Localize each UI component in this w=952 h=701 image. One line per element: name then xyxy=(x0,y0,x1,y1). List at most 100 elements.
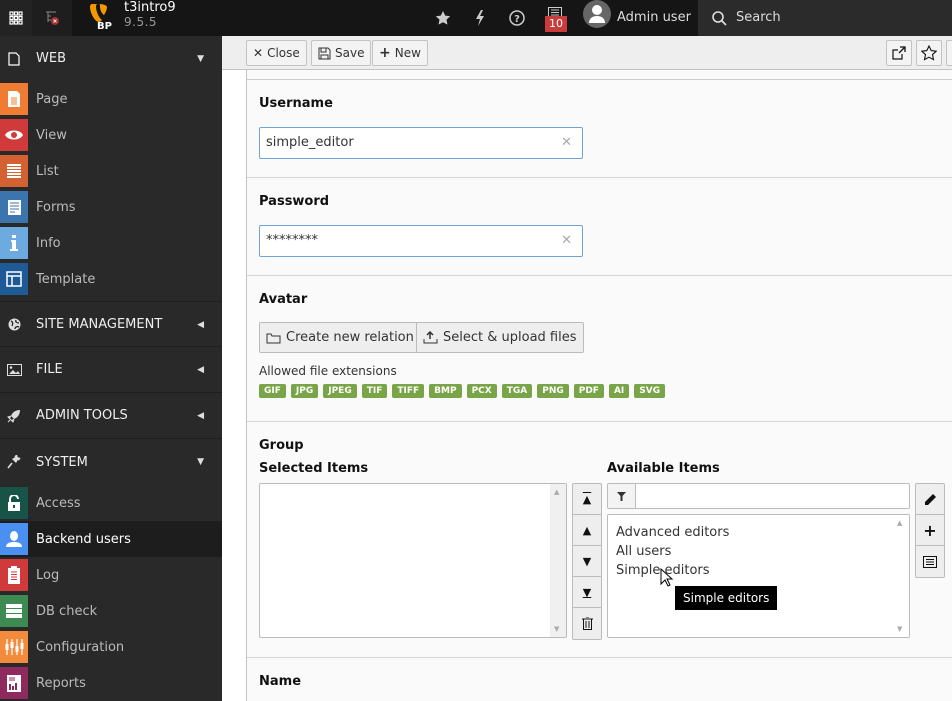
extension-badge: TIFF xyxy=(392,384,425,398)
clear-icon[interactable]: ✕ xyxy=(561,135,572,150)
plus-icon: + xyxy=(923,520,937,540)
search-toolbar[interactable]: Search xyxy=(698,0,952,36)
menu-item-forms[interactable]: Forms xyxy=(0,189,222,225)
available-item[interactable]: Simple editors xyxy=(616,561,901,580)
available-item[interactable]: All users xyxy=(616,542,901,561)
password-label: Password xyxy=(259,194,330,209)
typo3-logo[interactable]: BP xyxy=(88,4,112,34)
more-button[interactable] xyxy=(946,40,952,66)
globe-icon xyxy=(8,318,20,330)
selected-items-label: Selected Items xyxy=(259,461,369,476)
create-new-relation-button[interactable]: Create new relation xyxy=(259,322,421,353)
menu-item-configuration[interactable]: Configuration xyxy=(0,629,222,665)
menu-item-template[interactable]: Template xyxy=(0,261,222,297)
menu-item-view[interactable]: View xyxy=(0,117,222,153)
menu-item-reports[interactable]: Reports xyxy=(0,665,222,701)
menu-group-admin-tools[interactable]: ADMIN TOOLS ◀ xyxy=(0,393,222,439)
selected-items-list[interactable]: ▲ ▼ xyxy=(259,483,567,638)
menu-item-label: Reports xyxy=(36,675,86,691)
filter-icon xyxy=(617,491,626,501)
notification-badge: 10 xyxy=(545,16,567,32)
username-value: simple_editor xyxy=(266,135,354,150)
move-down-button[interactable]: ▼ xyxy=(573,546,601,577)
flash-icon xyxy=(476,10,484,26)
site-info: t3intro9 9.5.5 xyxy=(124,1,176,30)
page-tree-toggle-button[interactable] xyxy=(32,0,72,36)
save-button[interactable]: Save xyxy=(311,40,372,66)
group-section: Group Selected Items ▲ ▼ ▲ ▲ ▼ ▼ Availabl… xyxy=(247,422,952,658)
add-record-button[interactable]: + xyxy=(916,515,944,546)
extension-badge: SVG xyxy=(634,384,666,398)
help-button[interactable]: ? xyxy=(506,0,528,36)
plug-icon xyxy=(7,455,21,469)
menu-item-label: Forms xyxy=(36,199,76,215)
extension-badge: PCX xyxy=(466,384,497,398)
avatar-section: Avatar Create new relation Select & uplo… xyxy=(247,276,952,422)
menu-item-list[interactable]: List xyxy=(0,153,222,189)
list-records-button[interactable] xyxy=(916,546,944,577)
clear-icon[interactable]: ✕ xyxy=(561,233,572,248)
move-to-top-button[interactable]: ▲ xyxy=(573,484,601,515)
info-icon xyxy=(10,235,18,251)
avatar-label: Avatar xyxy=(259,292,308,307)
menu-group-site-management[interactable]: SITE MANAGEMENT ◀ xyxy=(0,301,222,347)
username-field[interactable]: simple_editor ✕ xyxy=(259,127,583,159)
menu-group-label: SYSTEM xyxy=(36,454,88,470)
upload-icon xyxy=(423,331,438,344)
menu-item-label: Template xyxy=(36,271,96,287)
password-field[interactable]: ******** ✕ xyxy=(259,225,583,257)
scrollbar[interactable]: ▲ ▼ xyxy=(550,484,566,637)
close-button[interactable]: ✕ Close xyxy=(246,40,307,66)
remove-button[interactable] xyxy=(573,608,601,639)
menu-group-file[interactable]: FILE ◀ xyxy=(0,347,222,393)
reports-icon xyxy=(7,675,21,692)
pencil-icon xyxy=(924,493,936,505)
menu-item-access[interactable]: Access xyxy=(0,485,222,521)
list-icon xyxy=(7,164,21,178)
user-avatar[interactable] xyxy=(583,0,611,28)
modules-grid-icon xyxy=(9,11,23,25)
password-value: ******** xyxy=(266,233,318,248)
menu-group-web[interactable]: WEB ▼ xyxy=(0,36,222,81)
filter-addon xyxy=(608,484,636,508)
extension-badge: GIF xyxy=(259,384,286,398)
page-tree-toggle-icon xyxy=(46,11,59,25)
selected-items-controls: ▲ ▲ ▼ ▼ xyxy=(572,483,602,640)
select-upload-files-button[interactable]: Select & upload files xyxy=(416,322,584,353)
clear-cache-button[interactable] xyxy=(470,0,490,36)
open-new-window-button[interactable] xyxy=(886,40,912,66)
new-button[interactable]: + New xyxy=(372,40,428,66)
menu-item-label: Access xyxy=(36,495,81,511)
close-icon: ✕ xyxy=(253,46,264,60)
scrollbar[interactable]: ▲ ▼ xyxy=(893,515,909,637)
user-menu-label[interactable]: Admin user xyxy=(617,10,691,25)
available-item[interactable]: Advanced editors xyxy=(616,523,901,542)
svg-text:?: ? xyxy=(514,14,520,25)
password-section: Password ******** ✕ xyxy=(247,178,952,276)
save-label: Save xyxy=(335,46,365,60)
rocket-icon xyxy=(7,409,20,423)
filter-input[interactable] xyxy=(607,483,910,509)
move-up-button[interactable]: ▲ xyxy=(573,515,601,546)
forms-icon xyxy=(8,200,21,215)
menu-item-db-check[interactable]: DB check xyxy=(0,593,222,629)
available-items-list[interactable]: Advanced editors All users Simple editor… xyxy=(607,514,910,638)
menu-item-page[interactable]: Page xyxy=(0,81,222,117)
tooltip: Simple editors xyxy=(675,586,778,610)
external-link-icon xyxy=(892,46,906,60)
content-area: Username simple_editor ✕ Password ******… xyxy=(222,70,952,701)
available-items-controls: + xyxy=(915,483,945,578)
menu-item-label: Log xyxy=(36,567,60,583)
menu-item-info[interactable]: Info xyxy=(0,225,222,261)
menu-item-log[interactable]: Log xyxy=(0,557,222,593)
bookmark-button[interactable] xyxy=(916,40,942,66)
module-menu: WEB ▼ Page View List Forms Info Template… xyxy=(0,36,222,701)
close-label: Close xyxy=(267,46,300,60)
edit-record-button[interactable] xyxy=(916,484,944,515)
bookmarks-button[interactable] xyxy=(432,0,454,36)
menu-item-backend-users[interactable]: Backend users xyxy=(0,521,222,557)
help-icon: ? xyxy=(509,10,525,26)
modules-grid-button[interactable] xyxy=(0,0,32,36)
menu-group-system[interactable]: SYSTEM ▼ xyxy=(0,439,222,485)
move-to-bottom-button[interactable]: ▼ xyxy=(573,577,601,608)
